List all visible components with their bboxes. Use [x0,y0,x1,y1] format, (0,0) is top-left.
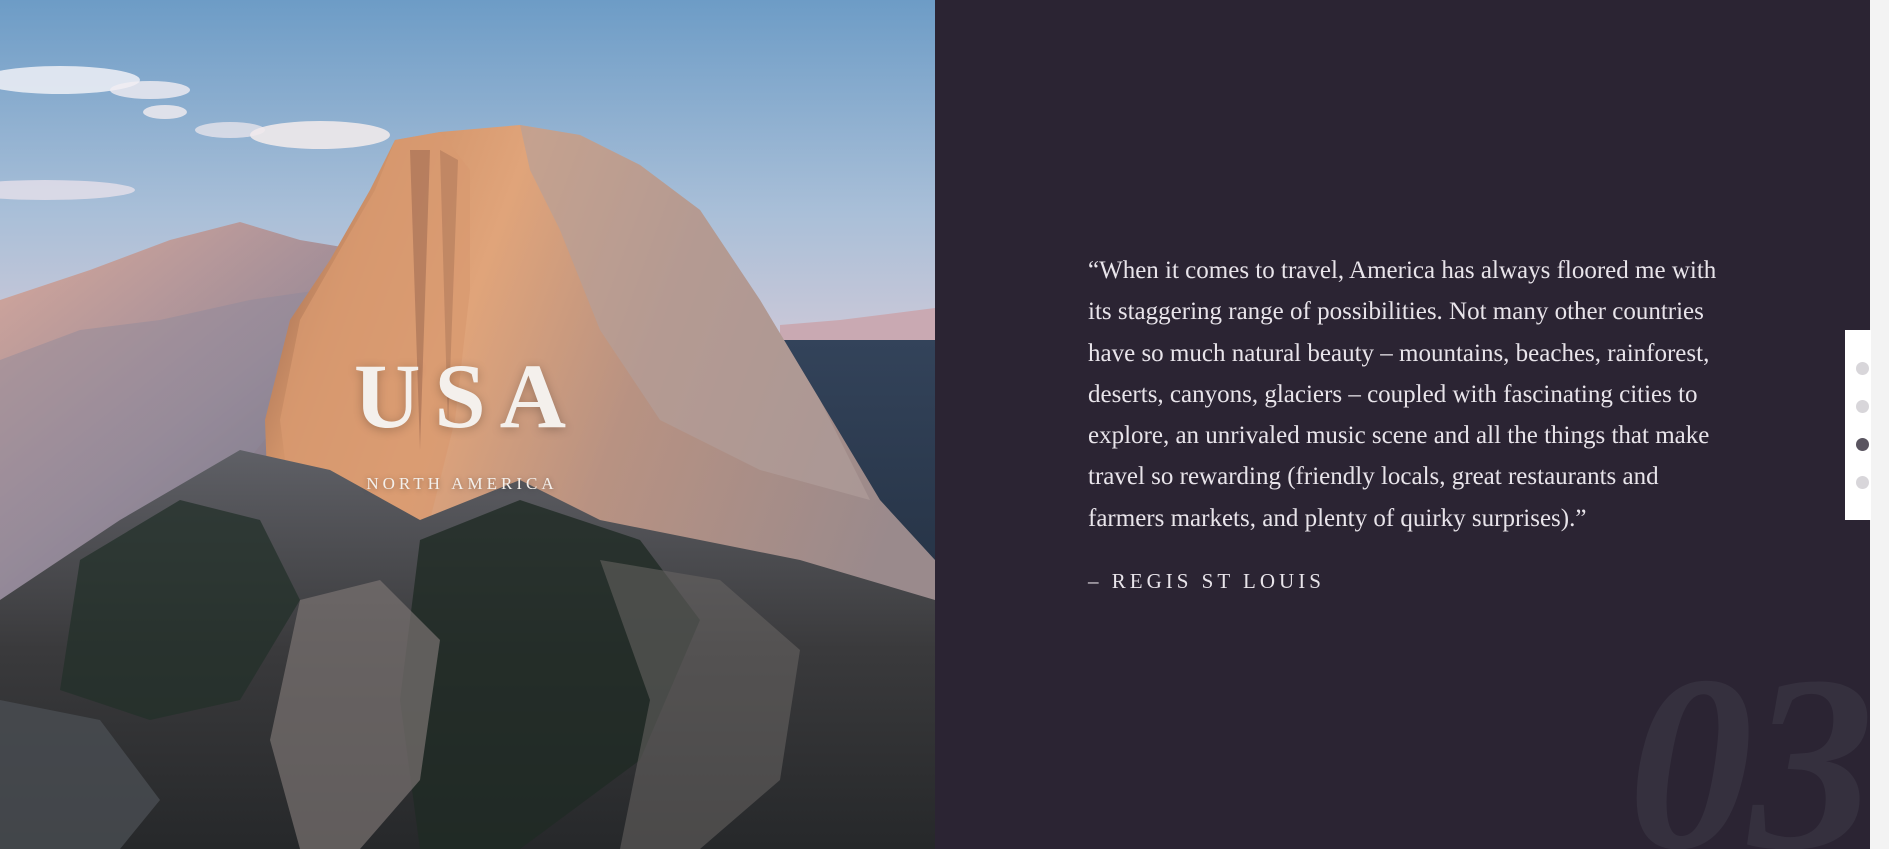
slide-dot-3[interactable] [1856,438,1869,451]
slide-dot-2[interactable] [1856,400,1869,413]
page: USA NORTH AMERICA 03 “When it comes to t… [0,0,1889,849]
destination-region: NORTH AMERICA [366,474,558,493]
quote-author: – REGIS ST LOUIS [1088,569,1325,593]
hero-caption: USA NORTH AMERICA [340,350,580,494]
page-scrollbar[interactable] [1870,0,1889,849]
slide-dot-1[interactable] [1856,362,1869,375]
hero-image-panel: USA NORTH AMERICA [0,0,935,849]
travel-quote: “When it comes to travel, America has al… [1088,257,1717,532]
slide-dot-navigation [1845,330,1871,520]
slide-number: 03 [1628,625,1870,849]
destination-title: USA [354,345,581,447]
slide-dot-4[interactable] [1856,476,1869,489]
quote-panel: 03 “When it comes to travel, America has… [935,0,1870,849]
